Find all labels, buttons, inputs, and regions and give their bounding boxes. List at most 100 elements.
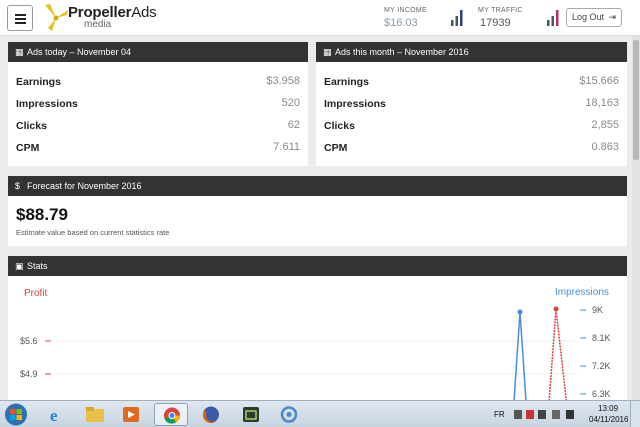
profit-series-line bbox=[548, 308, 567, 400]
forecast-note: Estimate value based on current statisti… bbox=[16, 228, 170, 237]
ads-today-panel: ▦ Ads today – November 04 Earnings $3.958… bbox=[8, 42, 308, 166]
chrome-icon bbox=[164, 407, 180, 424]
stats-header: ▣ Stats bbox=[8, 256, 627, 276]
stat-row: Clicks 62 bbox=[16, 116, 300, 136]
right-tick-label: 6.3K bbox=[592, 389, 611, 399]
calendar-icon: ▦ bbox=[323, 47, 332, 57]
impressions-series-line bbox=[513, 311, 527, 400]
ads-today-title: Ads today – November 04 bbox=[27, 47, 132, 57]
stats-title: Stats bbox=[27, 261, 48, 271]
propeller-logo-icon[interactable] bbox=[42, 2, 70, 32]
impressions-axis-title: Impressions bbox=[555, 287, 609, 298]
brand-name: PropellerAds bbox=[68, 4, 157, 21]
app-window-icon bbox=[243, 407, 259, 422]
stat-label: CPM bbox=[324, 142, 348, 154]
logout-icon: ⇥ bbox=[608, 12, 616, 22]
svg-text:e: e bbox=[50, 406, 58, 425]
logout-label: Log Out bbox=[572, 12, 605, 22]
stat-label: Clicks bbox=[16, 120, 47, 132]
language-indicator[interactable]: FR bbox=[494, 410, 505, 419]
left-tick-label: $4.9 bbox=[20, 369, 38, 379]
stat-row: Clicks 2,855 bbox=[324, 116, 619, 136]
income-label: MY INCOME bbox=[384, 7, 428, 14]
forecast-panel: $ Forecast for November 2016 $88.79 Estim… bbox=[8, 176, 627, 246]
ads-month-panel: ▦ Ads this month – November 2016 Earnings… bbox=[316, 42, 627, 166]
stat-row: Impressions 18,163 bbox=[324, 94, 619, 114]
stat-label: Clicks bbox=[324, 120, 355, 132]
ads-month-title: Ads this month – November 2016 bbox=[335, 47, 469, 57]
left-tick-label: $5.6 bbox=[20, 336, 38, 346]
windows-taskbar: e FR 13:09 04/11/2016 bbox=[0, 400, 640, 427]
profit-point[interactable] bbox=[553, 306, 559, 312]
stat-value: 2,855 bbox=[591, 119, 619, 131]
show-desktop-button[interactable] bbox=[630, 401, 640, 427]
taskbar-explorer[interactable] bbox=[78, 403, 112, 426]
stats-chart[interactable]: Profit Impressions $5.6 $4.9 9K 8.1K 7.2… bbox=[8, 276, 627, 400]
stat-value: 7.611 bbox=[273, 141, 300, 153]
stats-panel: ▣ Stats Profit Impressions $5.6 $4.9 9K 8… bbox=[8, 256, 627, 400]
scroll-thumb[interactable] bbox=[633, 40, 639, 160]
traffic-value: 17939 bbox=[480, 17, 511, 29]
stat-value: $3.958 bbox=[266, 75, 300, 87]
internet-explorer-icon: e bbox=[50, 406, 58, 425]
taskbar-chrome-2[interactable] bbox=[272, 403, 306, 426]
network-icon[interactable] bbox=[538, 410, 546, 419]
firefox-icon bbox=[202, 406, 219, 424]
forecast-title: Forecast for November 2016 bbox=[27, 181, 142, 191]
menu-bar-icon bbox=[15, 14, 26, 16]
stat-row: CPM 0.863 bbox=[324, 138, 619, 158]
camera-icon: ▣ bbox=[15, 261, 24, 271]
page-scrollbar[interactable] bbox=[632, 36, 640, 400]
brand-sub: media bbox=[84, 19, 112, 30]
menu-toggle-button[interactable] bbox=[7, 5, 33, 31]
taskbar-app[interactable] bbox=[234, 403, 268, 426]
traffic-label: MY TRAFFIC bbox=[478, 7, 523, 14]
stat-value: $15.666 bbox=[579, 75, 619, 87]
income-value: $16.03 bbox=[384, 17, 418, 29]
profit-axis-title: Profit bbox=[24, 288, 48, 299]
media-player-icon bbox=[123, 407, 139, 422]
forecast-amount: $88.79 bbox=[16, 205, 68, 224]
tray-icon[interactable] bbox=[514, 410, 522, 419]
stat-label: Earnings bbox=[16, 76, 61, 88]
chrome-canary-icon bbox=[280, 406, 298, 423]
stat-label: Impressions bbox=[16, 98, 78, 110]
stat-row: CPM 7.611 bbox=[16, 138, 300, 158]
taskbar-chrome[interactable] bbox=[154, 403, 188, 426]
forecast-header: $ Forecast for November 2016 bbox=[8, 176, 627, 196]
stat-row: Impressions 520 bbox=[16, 94, 300, 114]
calendar-icon: ▦ bbox=[15, 47, 24, 57]
stat-label: Impressions bbox=[324, 98, 386, 110]
taskbar-firefox[interactable] bbox=[194, 403, 228, 426]
taskbar-media[interactable] bbox=[114, 403, 148, 426]
dollar-icon: $ bbox=[15, 181, 21, 191]
stat-label: CPM bbox=[16, 142, 40, 154]
volume-icon[interactable] bbox=[566, 410, 574, 419]
logout-button[interactable]: Log Out ⇥ bbox=[566, 8, 622, 27]
tray-icon[interactable] bbox=[526, 410, 534, 419]
stat-value: 18,163 bbox=[585, 97, 619, 109]
traffic-chart-icon bbox=[547, 10, 559, 26]
windows-start-icon[interactable] bbox=[2, 402, 30, 427]
signal-icon[interactable] bbox=[552, 410, 560, 419]
stat-value: 62 bbox=[287, 119, 300, 131]
ads-today-header: ▦ Ads today – November 04 bbox=[8, 42, 308, 62]
right-tick-label: 7.2K bbox=[592, 361, 611, 371]
clock-time[interactable]: 13:09 bbox=[598, 404, 618, 413]
menu-bar-icon bbox=[15, 22, 26, 24]
stat-label: Earnings bbox=[324, 76, 369, 88]
right-tick-label: 9K bbox=[592, 305, 603, 315]
stat-value: 520 bbox=[281, 97, 300, 109]
taskbar-ie[interactable]: e bbox=[40, 403, 74, 426]
clock-date[interactable]: 04/11/2016 bbox=[589, 415, 628, 424]
impressions-point[interactable] bbox=[517, 309, 523, 315]
menu-bar-icon bbox=[15, 18, 26, 20]
income-chart-icon bbox=[451, 10, 463, 26]
stat-row: Earnings $3.958 bbox=[16, 72, 300, 92]
ads-month-header: ▦ Ads this month – November 2016 bbox=[316, 42, 627, 62]
folder-icon bbox=[86, 407, 104, 422]
top-header: PropellerAds media MY INCOME $16.03 MY T… bbox=[0, 0, 640, 36]
stat-row: Earnings $15.666 bbox=[324, 72, 619, 92]
right-tick-label: 8.1K bbox=[592, 333, 611, 343]
stat-value: 0.863 bbox=[591, 141, 619, 153]
